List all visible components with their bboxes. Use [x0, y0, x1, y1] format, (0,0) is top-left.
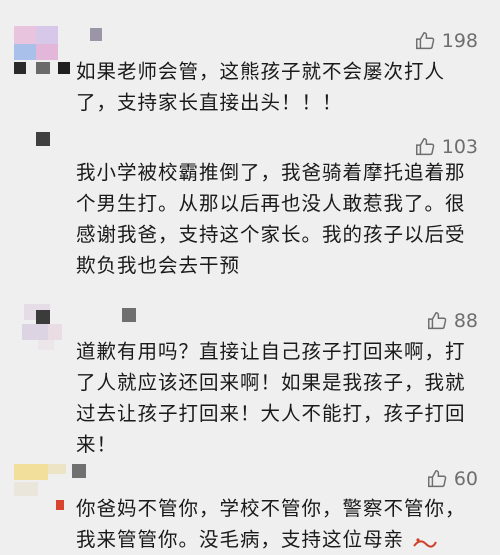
comment-3: 88 道歉有用吗？直接让自己孩子打回来啊，打 了人就应该还回来啊！如果是我孩子，… — [0, 300, 500, 460]
comment-2: 103 我小学被校霸推倒了，我爸骑着摩托追着那 个男生打。从那以后再也没人敢惹我… — [0, 130, 500, 300]
username-block[interactable] — [122, 308, 136, 322]
comment-feed: 198 如果老师会管，这熊孩子就不会屡次打人 了，支持家长直接出头！！！ 103… — [0, 0, 500, 554]
thumbs-up-icon — [415, 32, 435, 50]
comment-text: 道歉有用吗？直接让自己孩子打回来啊，打 了人就应该还回来啊！如果是我孩子，我就 … — [76, 340, 466, 456]
comment-text: 我小学被校霸推倒了，我爸骑着摩托追着那 个男生打。从那以后再也没人敢惹我了。很 … — [76, 161, 466, 277]
thumbs-up-icon — [427, 470, 447, 488]
watermark-logo — [413, 538, 437, 548]
avatar[interactable] — [14, 464, 72, 514]
like-button[interactable]: 60 — [426, 468, 478, 490]
like-count: 198 — [441, 30, 478, 52]
comment-4: 60 你爸妈不管你，学校不管你，警察不管你， 我来管管你。没毛病，支持这位母亲 — [0, 460, 500, 554]
thumbs-up-icon — [427, 312, 447, 330]
comment-text: 如果老师会管，这熊孩子就不会屡次打人 了，支持家长直接出头！！！ — [76, 60, 446, 114]
username-block[interactable] — [72, 464, 86, 478]
avatar[interactable] — [14, 130, 72, 180]
like-button[interactable]: 88 — [426, 310, 478, 332]
like-count: 103 — [441, 136, 478, 158]
like-count: 88 — [453, 310, 478, 332]
like-button[interactable]: 198 — [414, 30, 478, 52]
avatar[interactable] — [14, 304, 72, 354]
like-count: 60 — [453, 468, 478, 490]
avatar[interactable] — [14, 26, 72, 76]
username-block[interactable] — [90, 28, 102, 41]
like-button[interactable]: 103 — [414, 136, 478, 158]
comment-1: 198 如果老师会管，这熊孩子就不会屡次打人 了，支持家长直接出头！！！ — [0, 0, 500, 130]
thumbs-up-icon — [415, 138, 435, 156]
